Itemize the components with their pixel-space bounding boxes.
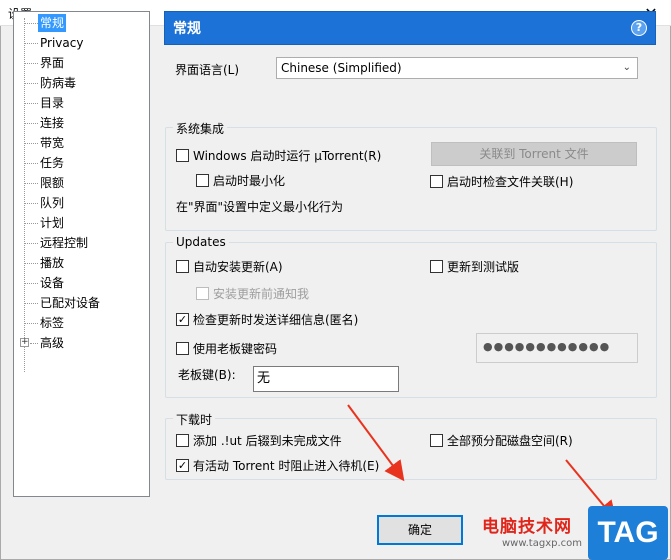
associate-torrent-button[interactable]: 关联到 Torrent 文件 bbox=[431, 142, 637, 166]
start-minimized-checkbox[interactable]: 启动时最小化 bbox=[196, 173, 285, 189]
watermark-logo: 电脑技术网 www.tagxp.com TAG bbox=[482, 506, 671, 560]
append-ut-checkbox[interactable]: 添加 .!ut 后辍到未完成文件 bbox=[176, 433, 342, 449]
download-legend: 下载时 bbox=[173, 411, 216, 428]
check-association-checkbox[interactable]: 启动时检查文件关联(H) bbox=[430, 174, 573, 190]
language-select[interactable]: Chinese (Simplified) ⌄ bbox=[276, 57, 638, 79]
section-title: 常规 bbox=[173, 21, 201, 37]
language-label: 界面语言(L) bbox=[175, 63, 240, 77]
check-mark-icon: ✓ bbox=[176, 313, 189, 326]
settings-tree[interactable]: 常规 Privacy 界面 防病毒 目录 连接 带宽 任务 限额 队列 计划 远… bbox=[13, 11, 150, 497]
auto-install-checkbox[interactable]: 自动安装更新(A) bbox=[176, 259, 283, 275]
chevron-down-icon: ⌄ bbox=[622, 62, 631, 73]
ok-button[interactable]: 确定 bbox=[377, 515, 463, 545]
boss-key-password-field[interactable]: ●●●●●●●●●●●● bbox=[476, 333, 638, 363]
boss-key-password-checkbox[interactable]: 使用老板键密码 bbox=[176, 341, 277, 357]
expand-icon[interactable]: + bbox=[20, 338, 29, 347]
help-icon[interactable]: ? bbox=[631, 20, 647, 36]
tree-connector-line bbox=[24, 18, 25, 372]
prevent-standby-checkbox[interactable]: ✓ 有活动 Torrent 时阻止进入待机(E) bbox=[176, 458, 379, 474]
system-integration-legend: 系统集成 bbox=[173, 120, 228, 137]
language-select-value: Chinese (Simplified) bbox=[281, 61, 402, 75]
check-mark-icon: ✓ bbox=[176, 459, 189, 472]
section-header: 常规 ? bbox=[164, 11, 656, 45]
boss-key-label: 老板键(B): bbox=[178, 368, 236, 382]
send-info-checkbox[interactable]: ✓ 检查更新时发送详细信息(匿名) bbox=[176, 312, 358, 328]
minimize-note: 在"界面"设置中定义最小化行为 bbox=[176, 200, 344, 214]
preallocate-checkbox[interactable]: 全部预分配磁盘空间(R) bbox=[430, 433, 573, 449]
boss-key-input[interactable]: 无 bbox=[253, 366, 399, 392]
beta-updates-checkbox[interactable]: 更新到测试版 bbox=[430, 259, 519, 275]
updates-legend: Updates bbox=[173, 235, 229, 249]
notify-before-update-checkbox[interactable]: 安装更新前通知我 bbox=[196, 286, 309, 302]
start-on-boot-checkbox[interactable]: Windows 启动时运行 µTorrent(R) bbox=[176, 148, 381, 164]
